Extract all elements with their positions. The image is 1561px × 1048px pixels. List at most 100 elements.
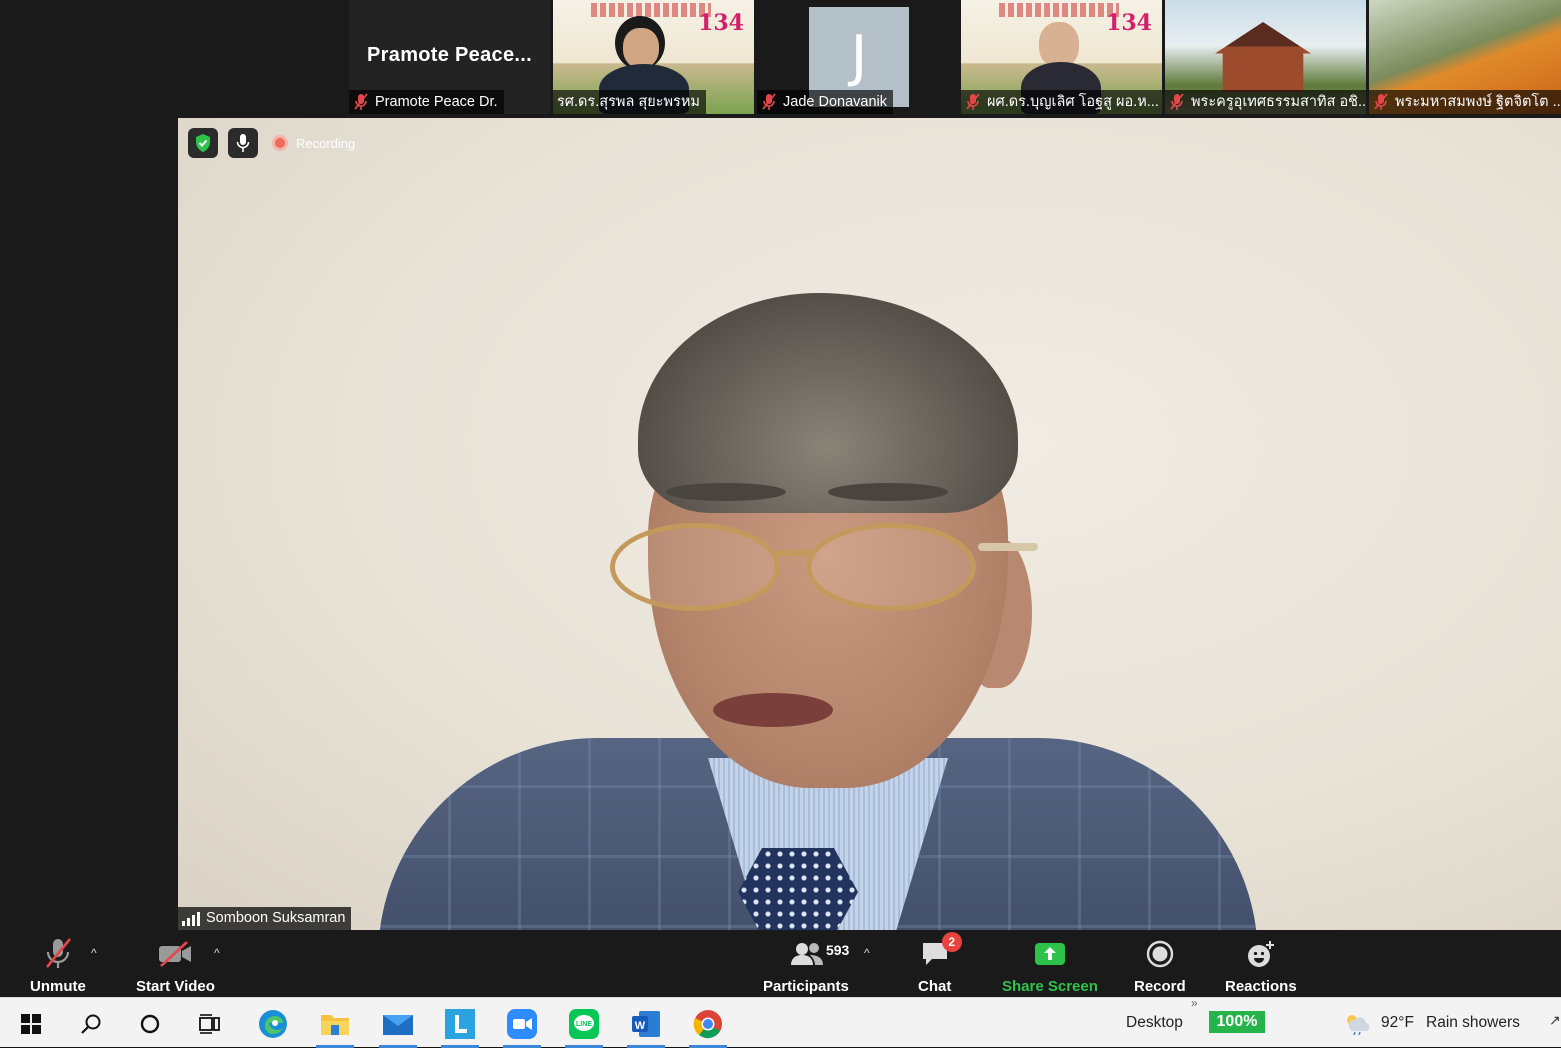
- video-off-icon: [159, 941, 192, 967]
- meeting-controls-bar: Unmute ^ Start Video ^ 593 Participants …: [0, 930, 1561, 997]
- weather-widget[interactable]: [1343, 1011, 1370, 1040]
- gallery-tile-1[interactable]: Pramote Peace... Pramote Peace Dr.: [349, 0, 550, 114]
- record-label: Record: [1134, 978, 1186, 995]
- gallery-tile-2[interactable]: 134 รศ.ดร.สุรพล สุยะพรหม: [553, 0, 754, 114]
- unmute-label: Unmute: [30, 978, 86, 995]
- taskbar-mail[interactable]: [375, 1006, 421, 1048]
- chat-unread-badge: 2: [941, 932, 962, 952]
- mic-muted-icon: [354, 93, 368, 110]
- taskbar-zoom[interactable]: [499, 1006, 545, 1048]
- taskbar-search-button[interactable]: [68, 1006, 114, 1042]
- mic-muted-icon: [762, 93, 776, 110]
- task-view-button[interactable]: [187, 1006, 233, 1042]
- start-video-label: Start Video: [136, 978, 215, 995]
- weather-condition: Rain showers: [1426, 1014, 1520, 1031]
- gallery-tile-3[interactable]: J Jade Donavanik: [757, 0, 958, 114]
- participant-name-label: ผศ.ดร.บุญเลิศ โอฐสู ผอ.ห...: [961, 90, 1162, 114]
- mic-muted-icon: [1374, 93, 1388, 110]
- search-icon: [81, 1014, 101, 1034]
- reactions-emoji-icon: [1247, 941, 1274, 967]
- participant-display-name: Pramote Peace...: [367, 44, 532, 66]
- svg-text:W: W: [635, 1020, 646, 1032]
- taskbar-file-explorer[interactable]: [312, 1006, 358, 1048]
- participant-face: [623, 28, 659, 68]
- gallery-tile-6[interactable]: พระมหาสมพงษ์ ฐิตจิตโต ...: [1369, 0, 1561, 114]
- mic-muted-icon: [966, 93, 980, 110]
- participant-name: รศ.ดร.สุรพล สุยะพรหม: [557, 94, 700, 110]
- participant-name: Pramote Peace Dr.: [375, 94, 498, 110]
- audio-settings-button[interactable]: [228, 128, 258, 158]
- participants-options-caret[interactable]: ^: [864, 946, 870, 960]
- video-icon-wrap: [158, 936, 192, 972]
- start-video-button[interactable]: Start Video: [136, 936, 215, 995]
- show-hidden-icons-caret[interactable]: ↗: [1549, 1012, 1561, 1029]
- rain-showers-icon: [1347, 1015, 1370, 1036]
- record-button[interactable]: Record: [1134, 936, 1186, 995]
- glasses-lens-right: [806, 523, 976, 611]
- recording-label: Recording: [296, 135, 356, 151]
- chat-label: Chat: [918, 978, 952, 995]
- desktop-toolbar-label[interactable]: Desktop: [1126, 1014, 1183, 1032]
- video-options-caret[interactable]: ^: [214, 946, 220, 960]
- windows-taskbar: LINE W Desktop » 100% 92°F Rain showers …: [0, 996, 1561, 1048]
- anniversary-number: 134: [1106, 10, 1152, 36]
- participant-name-label: Jade Donavanik: [757, 90, 893, 114]
- windows-start-icon: [21, 1014, 41, 1034]
- unmute-button[interactable]: Unmute: [30, 936, 86, 995]
- speaker-mouth: [713, 693, 833, 727]
- meeting-status-icons: Recording: [188, 128, 355, 158]
- taskbar-l-app[interactable]: [437, 1006, 483, 1048]
- svg-text:LINE: LINE: [576, 1021, 592, 1028]
- participant-name: ผศ.ดร.บุญเลิศ โอฐสู ผอ.ห...: [987, 94, 1159, 110]
- gallery-tile-4[interactable]: 134 ผศ.ดร.บุญเลิศ โอฐสู ผอ.ห...: [961, 0, 1162, 114]
- zoom-meeting-window: Pramote Peace... Pramote Peace Dr. 134 ร…: [0, 0, 1561, 1048]
- microphone-icon: [236, 134, 250, 152]
- speaker-brow-left: [666, 483, 786, 501]
- speaker-hair: [638, 293, 1018, 513]
- task-view-icon: [199, 1014, 220, 1034]
- reactions-icon-wrap: [1246, 936, 1276, 972]
- banner-decoration: [591, 3, 711, 17]
- record-icon-wrap: [1146, 936, 1174, 972]
- share-icon-wrap: [1034, 936, 1066, 972]
- participant-name: พระมหาสมพงษ์ ฐิตจิตโต ...: [1395, 94, 1561, 110]
- taskbar-edge[interactable]: [250, 1006, 296, 1042]
- gallery-tile-5[interactable]: พระครูอุเทศธรรมสาทิส อชิ...: [1165, 0, 1366, 114]
- participant-name-label: Pramote Peace Dr.: [349, 90, 504, 114]
- mail-icon: [383, 1015, 413, 1035]
- taskbar-line[interactable]: LINE: [561, 1006, 607, 1048]
- line-icon: LINE: [569, 1009, 599, 1039]
- windows-start-button[interactable]: [8, 1006, 54, 1042]
- shield-icon: [196, 134, 210, 152]
- participants-icon-wrap: 593: [766, 936, 849, 972]
- share-screen-icon: [1034, 943, 1065, 965]
- toolbar-overflow-icon[interactable]: »: [1191, 996, 1198, 1010]
- participant-name: พระครูอุเทศธรรมสาทิส อชิ...: [1191, 94, 1366, 110]
- participant-name-label: พระมหาสมพงษ์ ฐิตจิตโต ...: [1369, 90, 1561, 114]
- mic-muted-icon: [1170, 93, 1184, 110]
- glasses-lens-left: [610, 523, 780, 611]
- signal-strength-icon: [182, 911, 200, 926]
- mic-muted-icon: [45, 938, 71, 968]
- share-screen-label: Share Screen: [1002, 978, 1098, 995]
- reactions-button[interactable]: Reactions: [1225, 936, 1297, 995]
- anniversary-number: 134: [698, 10, 744, 36]
- audio-options-caret[interactable]: ^: [91, 946, 97, 960]
- chrome-icon: [693, 1010, 722, 1039]
- share-screen-button[interactable]: Share Screen: [1002, 936, 1098, 995]
- taskbar-chrome[interactable]: [685, 1006, 731, 1048]
- recording-indicator[interactable]: Recording: [272, 135, 355, 151]
- participants-icon: [790, 943, 823, 965]
- participant-name-label: พระครูอุเทศธรรมสาทิส อชิ...: [1165, 90, 1366, 114]
- participants-label: Participants: [763, 978, 849, 995]
- cortana-icon: [140, 1014, 160, 1034]
- security-shield-button[interactable]: [188, 128, 218, 158]
- cortana-button[interactable]: [127, 1006, 173, 1042]
- taskbar-word[interactable]: W: [623, 1006, 669, 1048]
- edge-icon: [259, 1010, 287, 1038]
- participants-button[interactable]: 593 Participants: [763, 936, 849, 995]
- active-speaker-video[interactable]: Recording Somboon Suksamran: [178, 118, 1561, 930]
- battery-indicator[interactable]: 100%: [1209, 1011, 1265, 1033]
- recording-dot-icon: [272, 135, 288, 151]
- chat-button[interactable]: 2 Chat: [918, 932, 962, 995]
